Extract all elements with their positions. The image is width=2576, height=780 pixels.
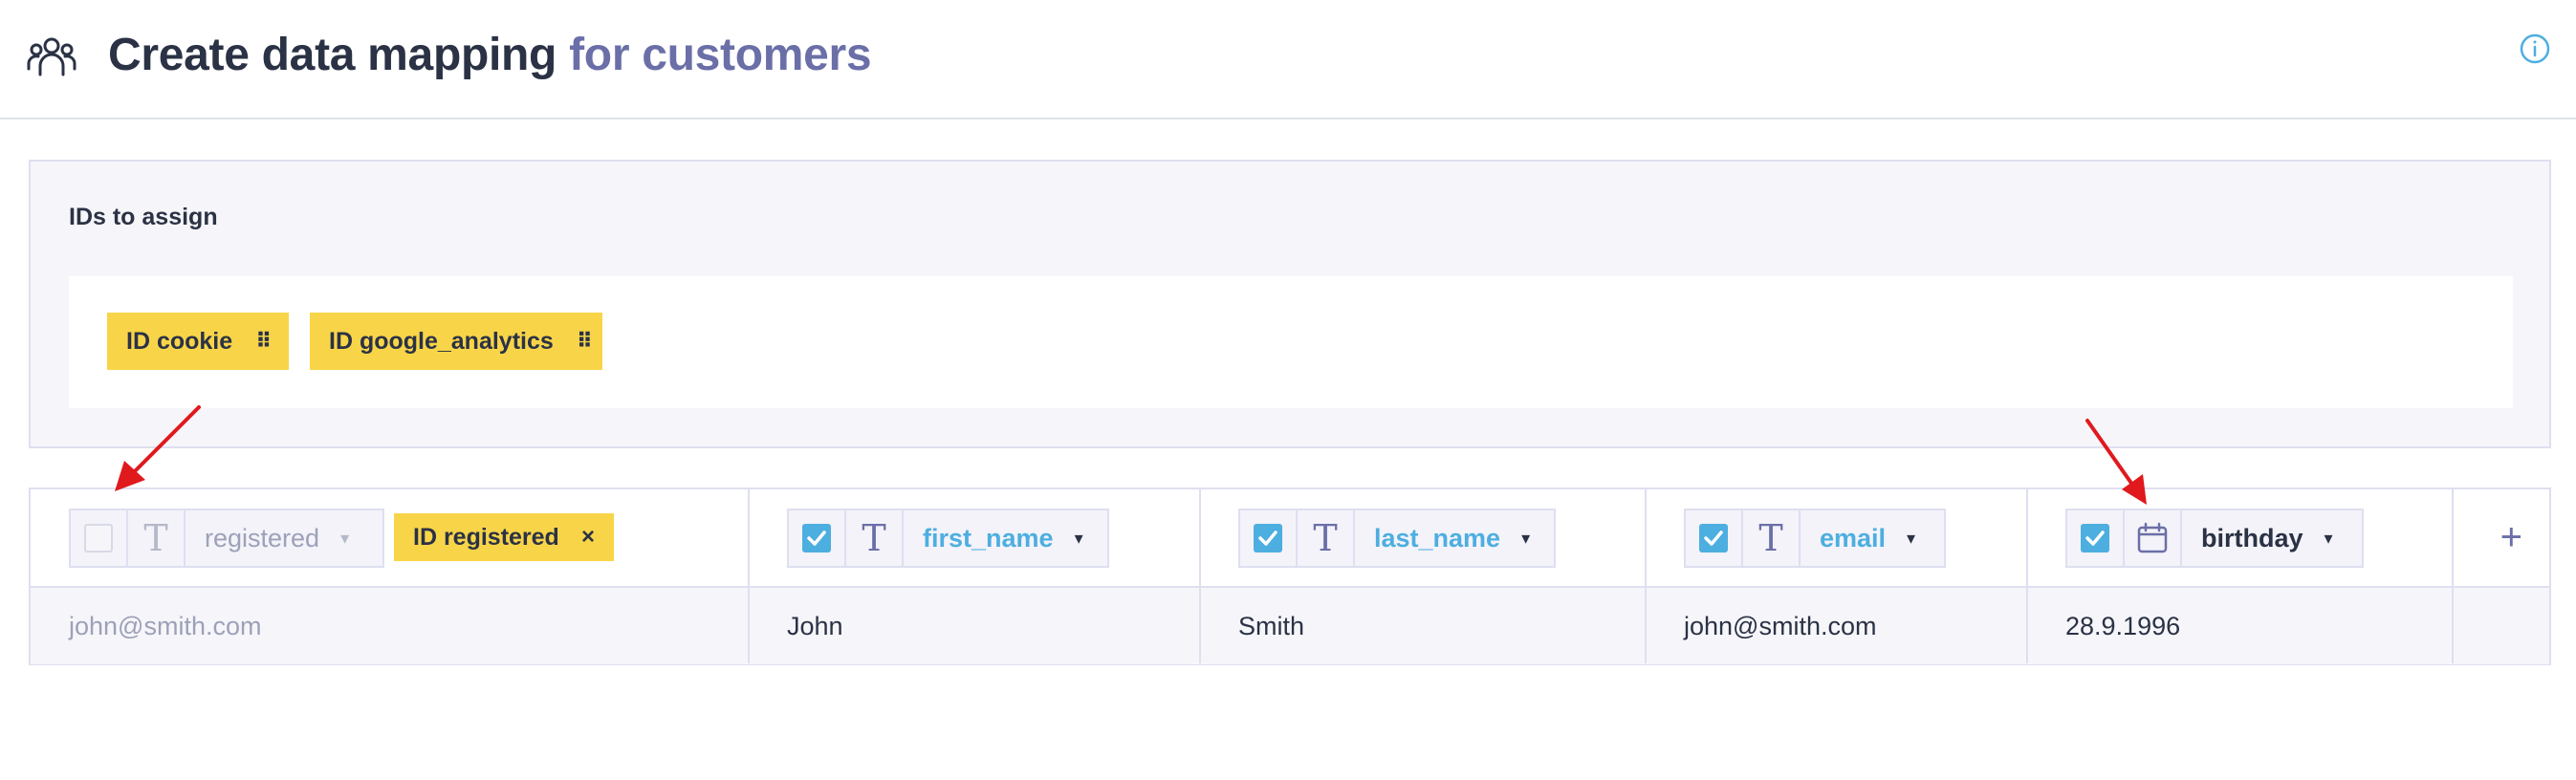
field-select-value: email (1820, 523, 1887, 552)
check-icon (807, 531, 826, 546)
chevron-down-icon: ▾ (1074, 528, 1083, 548)
field-select-value: last_name (1374, 523, 1501, 552)
checkbox-cell (789, 510, 846, 566)
include-column-checkbox[interactable] (1699, 524, 1728, 552)
drag-handle-icon[interactable]: ⠿ (577, 329, 593, 354)
check-icon (1258, 531, 1277, 546)
table-cell: john@smith.com (1684, 611, 1877, 640)
close-icon[interactable]: × (581, 524, 595, 551)
ids-chip-area: ID cookie ⠿ ID google_analytics ⠿ (69, 276, 2513, 408)
type-selector[interactable]: T (846, 510, 904, 566)
table-cell: 28.9.1996 (2065, 611, 2181, 640)
field-select[interactable]: email ▾ (1801, 510, 1934, 566)
table-cell: John (787, 611, 843, 640)
checkbox-cell (1686, 510, 1743, 566)
include-column-checkbox[interactable] (84, 524, 113, 552)
field-select[interactable]: birthday ▾ (2182, 510, 2352, 566)
column-divider (1645, 489, 1647, 663)
table-cell: john@smith.com (69, 611, 262, 640)
mapping-table: T registered ▾ ID registered × T first_n… (29, 488, 2551, 665)
text-type-icon: T (1313, 517, 1338, 559)
field-select[interactable]: registered ▾ (186, 510, 368, 566)
id-chip-cookie[interactable]: ID cookie ⠿ (107, 313, 289, 370)
checkbox-cell (71, 510, 128, 566)
ids-to-assign-panel: IDs to assign ID cookie ⠿ ID google_anal… (29, 160, 2551, 448)
include-column-checkbox[interactable] (2081, 524, 2109, 552)
column-divider (748, 489, 750, 663)
table-cell: Smith (1238, 611, 1305, 640)
page-title-main: Create data mapping (108, 30, 557, 80)
column-divider (1199, 489, 1201, 663)
text-type-icon: T (1758, 517, 1783, 559)
preview-data-row: john@smith.com John Smith john@smith.com… (31, 588, 2549, 664)
type-selector[interactable]: T (128, 510, 186, 566)
mapping-header-row: T registered ▾ ID registered × T first_n… (31, 489, 2549, 588)
check-icon (2085, 531, 2105, 546)
chevron-down-icon: ▾ (340, 528, 350, 548)
chevron-down-icon: ▾ (2324, 528, 2333, 548)
column-mapping-first-name[interactable]: T first_name ▾ (787, 509, 1109, 568)
column-mapping-email[interactable]: T email ▾ (1684, 509, 1946, 568)
include-column-checkbox[interactable] (802, 524, 831, 552)
column-mapping-birthday[interactable]: birthday ▾ (2065, 509, 2364, 568)
people-group-icon (27, 37, 76, 76)
type-selector[interactable] (2125, 510, 2182, 566)
include-column-checkbox[interactable] (1254, 524, 1282, 552)
drag-handle-icon[interactable]: ⠿ (255, 329, 272, 354)
id-tag-registered: ID registered × (394, 513, 614, 561)
text-type-icon: T (862, 517, 886, 559)
annotation-arrow-icon (2085, 419, 2147, 505)
chevron-down-icon: ▾ (1521, 528, 1531, 548)
type-selector[interactable]: T (1298, 510, 1355, 566)
chevron-down-icon: ▾ (1907, 528, 1916, 548)
page-title: Create data mapping for customers (108, 29, 872, 81)
checkbox-cell (1240, 510, 1298, 566)
page-header: Create data mapping for customers (0, 0, 2576, 119)
column-mapping-registered[interactable]: T registered ▾ (69, 509, 384, 568)
column-divider (2026, 489, 2028, 663)
id-chip-google-analytics[interactable]: ID google_analytics ⠿ (310, 313, 602, 370)
page-title-entity: for customers (569, 30, 872, 80)
type-selector[interactable]: T (1743, 510, 1801, 566)
id-chip-label: ID google_analytics (329, 327, 554, 355)
check-icon (1704, 531, 1723, 546)
id-tag-label: ID registered (413, 523, 559, 551)
text-type-icon: T (143, 517, 168, 559)
field-select-value: birthday (2201, 523, 2303, 552)
add-column-button[interactable]: + (2500, 516, 2522, 559)
field-select[interactable]: last_name ▾ (1355, 510, 1549, 566)
checkbox-cell (2067, 510, 2125, 566)
field-select-value: registered (205, 523, 320, 552)
field-select-value: first_name (923, 523, 1054, 552)
info-icon[interactable] (2519, 32, 2551, 65)
annotation-arrow-icon (115, 405, 201, 491)
column-mapping-last-name[interactable]: T last_name ▾ (1238, 509, 1556, 568)
calendar-icon (2137, 522, 2168, 553)
id-chip-label: ID cookie (126, 327, 233, 355)
field-select[interactable]: first_name ▾ (904, 510, 1102, 566)
ids-to-assign-label: IDs to assign (69, 204, 218, 230)
column-divider (2452, 489, 2454, 663)
